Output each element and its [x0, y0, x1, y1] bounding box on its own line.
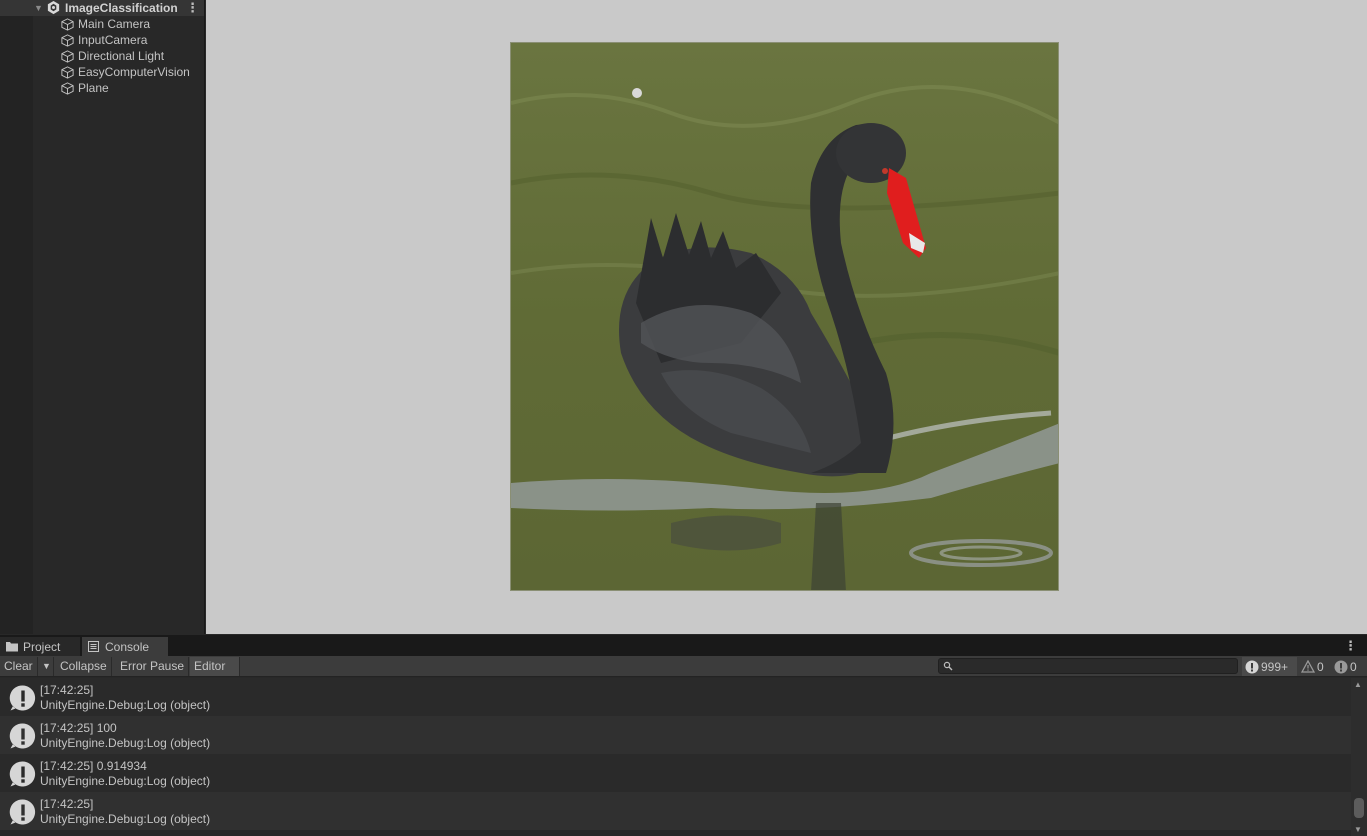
search-field[interactable] [955, 659, 1235, 673]
hierarchy-item-directional-light[interactable]: Directional Light [60, 48, 164, 64]
log-message: [17:42:25] [40, 683, 94, 697]
tab-project[interactable]: Project [0, 637, 80, 656]
log-stacktrace: UnityEngine.Debug:Log (object) [40, 698, 211, 712]
black-swan-photo [511, 43, 1058, 590]
hierarchy-item-main-camera[interactable]: Main Camera [60, 16, 150, 32]
gameobject-cube-icon [61, 33, 74, 47]
panel-tabs: Project Console ⋮ [0, 636, 1367, 656]
scene-menu-kebab-icon[interactable]: ⋮ [186, 0, 199, 16]
gameobject-cube-icon [61, 17, 74, 31]
log-stacktrace: UnityEngine.Debug:Log (object) [40, 812, 211, 826]
clear-options-dropdown-icon[interactable]: ▼ [38, 657, 54, 676]
hierarchy-item-label: InputCamera [78, 33, 148, 47]
log-entry[interactable]: [17:42:25] 100 UnityEngine.Debug:Log (ob… [0, 716, 1351, 754]
error-icon [1334, 660, 1348, 673]
expand-arrow-icon[interactable]: ▼ [34, 3, 43, 13]
editor-top-area: ▼ ImageClassification ⋮ Main Camera Inpu… [0, 0, 1367, 634]
hierarchy-item-label: Plane [78, 81, 109, 95]
info-log-icon [9, 799, 36, 825]
hierarchy-item-input-camera[interactable]: InputCamera [60, 32, 147, 48]
hierarchy-item-plane[interactable]: Plane [60, 80, 109, 96]
panel-menu-kebab-icon[interactable]: ⋮ [1344, 638, 1357, 654]
error-pause-toggle[interactable]: Error Pause [116, 657, 190, 676]
info-log-icon [9, 723, 36, 749]
clear-button[interactable]: Clear [0, 657, 38, 676]
console-search-input[interactable] [938, 658, 1238, 674]
console-toolbar: Clear ▼ Collapse Error Pause Editor ▼ 99… [0, 656, 1367, 691]
scrollbar-thumb[interactable] [1354, 798, 1364, 818]
info-log-icon [9, 685, 36, 711]
info-log-icon [1245, 660, 1259, 673]
log-message: [17:42:25] [40, 797, 94, 811]
error-count: 0 [1350, 659, 1357, 674]
error-count-toggle[interactable]: 0 [1331, 657, 1365, 676]
classified-image [510, 42, 1059, 591]
tab-console[interactable]: Console [82, 637, 168, 656]
log-message: [17:42:25] 100 [40, 721, 117, 735]
editor-dropdown[interactable]: Editor ▼ [190, 657, 240, 691]
search-icon [943, 661, 953, 671]
scene-name: ImageClassification [65, 1, 178, 15]
hierarchy-panel: ▼ ImageClassification ⋮ Main Camera Inpu… [0, 0, 205, 634]
hierarchy-item-easy-computer-vision[interactable]: EasyComputerVision [60, 64, 190, 80]
log-entry[interactable]: [17:42:25] 0.914934 UnityEngine.Debug:Lo… [0, 754, 1351, 792]
gameobject-cube-icon [61, 81, 74, 95]
log-stacktrace: UnityEngine.Debug:Log (object) [40, 736, 211, 750]
hierarchy-gutter [0, 0, 33, 634]
unity-scene-icon [47, 0, 60, 15]
log-entry[interactable]: [17:42:25] UnityEngine.Debug:Log (object… [0, 678, 1351, 716]
tab-console-label: Console [105, 639, 150, 654]
editor-dropdown-label: Editor [194, 659, 226, 673]
info-log-icon [9, 761, 36, 787]
log-scrollbar[interactable]: ▲ ▼ [1351, 678, 1367, 836]
gameobject-cube-icon [61, 65, 74, 79]
log-count: 999+ [1261, 659, 1289, 674]
tab-project-label: Project [23, 639, 61, 654]
collapse-toggle[interactable]: Collapse [56, 657, 112, 676]
hierarchy-item-label: EasyComputerVision [78, 65, 190, 79]
hierarchy-item-label: Main Camera [78, 17, 151, 31]
warning-count: 0 [1317, 659, 1324, 674]
log-entry[interactable]: [17:42:25] UnityEngine.Debug:Log (object… [0, 792, 1351, 830]
console-list-icon [88, 641, 99, 652]
log-count-toggle[interactable]: 999+ [1242, 657, 1297, 676]
warning-icon [1301, 660, 1315, 673]
gameobject-cube-icon [61, 49, 74, 63]
log-message: [17:42:25] 0.914934 [40, 759, 147, 773]
scroll-up-arrow-icon[interactable]: ▲ [1354, 680, 1362, 689]
scroll-down-arrow-icon[interactable]: ▼ [1354, 825, 1362, 834]
game-view[interactable] [206, 0, 1367, 634]
bottom-panel: Project Console ⋮ Clear ▼ Collapse Error… [0, 635, 1367, 836]
warning-count-toggle[interactable]: 0 [1298, 657, 1330, 676]
console-log-list: [17:42:25] UnityEngine.Debug:Log (object… [0, 678, 1351, 836]
hierarchy-item-label: Directional Light [78, 49, 165, 63]
scene-row[interactable]: ▼ ImageClassification ⋮ [0, 0, 204, 16]
folder-icon [6, 642, 18, 652]
log-stacktrace: UnityEngine.Debug:Log (object) [40, 774, 211, 788]
